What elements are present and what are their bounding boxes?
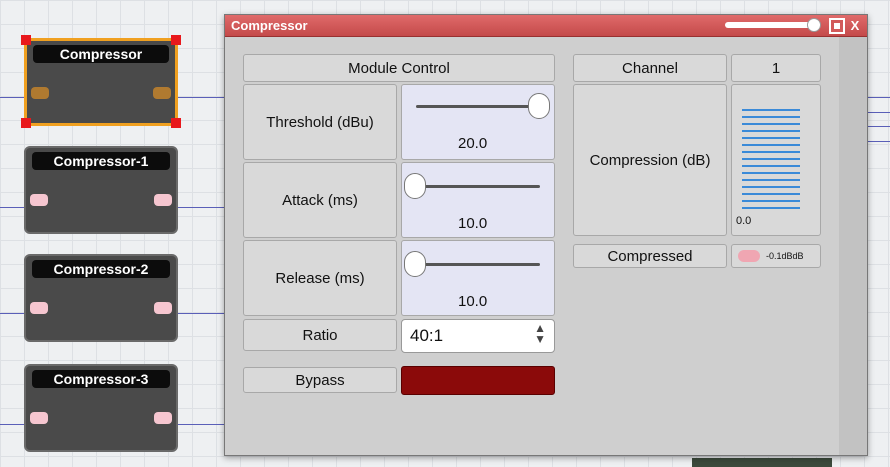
selection-handle[interactable]: [21, 118, 31, 128]
compressed-indicator: -0.1dBdB: [731, 244, 821, 268]
output-port[interactable]: [154, 194, 172, 206]
threshold-slider-knob[interactable]: [528, 93, 550, 119]
bypass-label: Bypass: [243, 367, 397, 393]
meter-segment: [742, 186, 800, 188]
compressed-label: Compressed: [573, 244, 727, 268]
maximize-icon[interactable]: [829, 18, 845, 34]
output-port[interactable]: [154, 302, 172, 314]
release-value: 10.0: [458, 293, 488, 310]
meter-segment: [742, 158, 800, 160]
meter-segment: [742, 151, 800, 153]
compression-value: 0.0: [736, 215, 752, 227]
wire: [0, 313, 24, 314]
input-port[interactable]: [30, 194, 48, 206]
wire: [178, 207, 224, 208]
output-port[interactable]: [154, 412, 172, 424]
opacity-slider-knob[interactable]: [807, 18, 821, 32]
attack-label: Attack (ms): [243, 162, 397, 238]
attack-value: 10.0: [458, 215, 488, 232]
channel-number: 1: [731, 54, 821, 82]
wire: [0, 97, 24, 98]
module-title: Compressor-1: [32, 152, 170, 170]
meter-segment: [742, 200, 800, 202]
wire: [868, 126, 890, 127]
meter-segment: [742, 207, 800, 209]
meter-segment: [742, 179, 800, 181]
window-titlebar[interactable]: Compressor X: [225, 15, 867, 37]
wire: [178, 97, 224, 98]
threshold-slider-track[interactable]: [416, 105, 540, 108]
input-port[interactable]: [30, 412, 48, 424]
wire: [178, 313, 224, 314]
opacity-slider-track[interactable]: [725, 22, 815, 28]
attack-control[interactable]: 10.0: [401, 162, 555, 238]
meter-segment: [742, 130, 800, 132]
partial-module[interactable]: [692, 458, 832, 467]
compressor-window[interactable]: Compressor X Module Control Threshold (d…: [224, 14, 868, 456]
select-arrows-icon: ▲ ▼: [534, 321, 546, 346]
compressed-value: -0.1dBdB: [766, 251, 804, 261]
meter-segment: [742, 144, 800, 146]
compressed-led: [738, 250, 760, 262]
selection-handle[interactable]: [171, 35, 181, 45]
selection-handle[interactable]: [21, 35, 31, 45]
meter-segment: [742, 116, 800, 118]
meter-bars: [732, 85, 820, 235]
threshold-value: 20.0: [458, 135, 488, 152]
meter-segment: [742, 193, 800, 195]
ratio-select[interactable]: 40:1 ▲ ▼: [401, 319, 555, 353]
meter-segment: [742, 172, 800, 174]
module-compressor-3[interactable]: Compressor-3: [24, 364, 178, 452]
wire: [868, 141, 890, 142]
output-port[interactable]: [153, 87, 171, 99]
wire: [0, 207, 24, 208]
input-port[interactable]: [31, 87, 49, 99]
module-title: Compressor-2: [32, 260, 170, 278]
selection-handle[interactable]: [171, 118, 181, 128]
meter-segment: [742, 109, 800, 111]
module-control-header: Module Control: [243, 54, 555, 82]
compression-label: Compression (dB): [573, 84, 727, 236]
meter-segment: [742, 137, 800, 139]
compression-meter: 0.0: [731, 84, 821, 236]
module-compressor-1[interactable]: Compressor-1: [24, 146, 178, 234]
bypass-toggle[interactable]: [401, 366, 555, 395]
attack-slider-track[interactable]: [416, 185, 540, 188]
channel-header: Channel: [573, 54, 727, 82]
module-compressor[interactable]: Compressor: [24, 38, 178, 126]
module-title: Compressor: [33, 45, 169, 63]
release-label: Release (ms): [243, 240, 397, 316]
ratio-label: Ratio: [243, 319, 397, 351]
ratio-value: 40:1: [410, 326, 444, 345]
threshold-label: Threshold (dBu): [243, 84, 397, 160]
meter-segment: [742, 123, 800, 125]
meter-segment: [742, 165, 800, 167]
wire: [178, 424, 224, 425]
input-port[interactable]: [30, 302, 48, 314]
wire: [868, 97, 890, 98]
close-icon[interactable]: X: [847, 18, 863, 34]
window-side-strip: [839, 37, 867, 455]
wire: [0, 424, 24, 425]
threshold-control[interactable]: 20.0: [401, 84, 555, 160]
window-title: Compressor: [231, 18, 308, 33]
attack-slider-knob[interactable]: [404, 173, 426, 199]
release-slider-knob[interactable]: [404, 251, 426, 277]
release-control[interactable]: 10.0: [401, 240, 555, 316]
module-compressor-2[interactable]: Compressor-2: [24, 254, 178, 342]
wire: [868, 112, 890, 113]
module-title: Compressor-3: [32, 370, 170, 388]
release-slider-track[interactable]: [416, 263, 540, 266]
